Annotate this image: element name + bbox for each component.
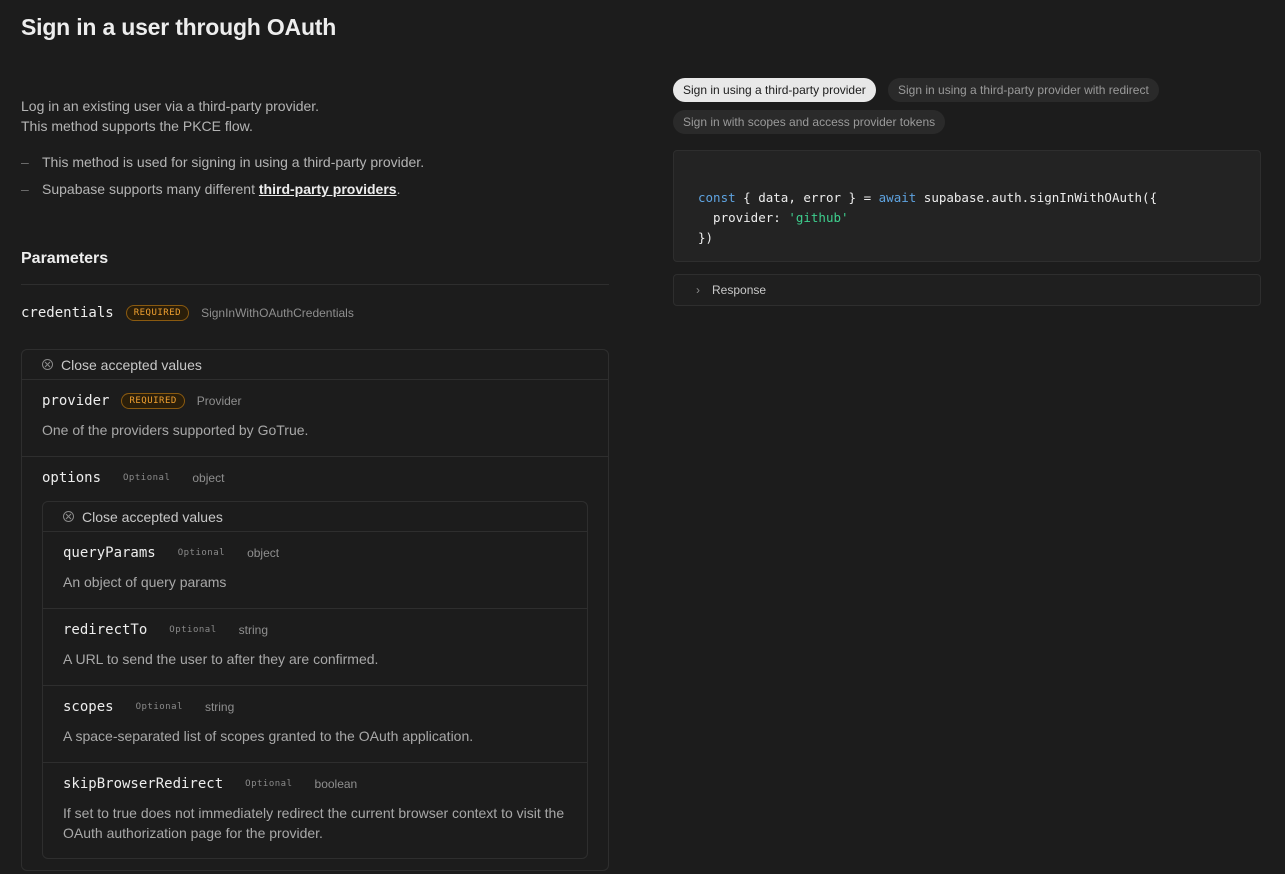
param-name: credentials — [21, 305, 114, 321]
code-string: 'github' — [788, 210, 849, 225]
param-redirectTo: redirectTo Optional string A URL to send… — [43, 608, 587, 685]
response-label: Response — [712, 283, 767, 297]
code-keyword: await — [878, 190, 917, 205]
optional-badge: Optional — [245, 779, 293, 789]
note-item: – This method is used for signing in usi… — [21, 152, 424, 179]
param-scopes: scopes Optional string A space-separated… — [43, 685, 587, 762]
param-name: scopes — [63, 699, 114, 715]
divider — [21, 284, 609, 285]
code-keyword: const — [698, 190, 736, 205]
response-toggle[interactable]: › Response — [673, 274, 1261, 306]
third-party-providers-link[interactable]: third-party providers — [259, 181, 397, 197]
close-accepted-values-button[interactable]: Close accepted values — [22, 350, 608, 380]
close-accepted-values-button[interactable]: Close accepted values — [43, 502, 587, 532]
param-description: A space-separated list of scopes granted… — [63, 728, 474, 744]
param-name: redirectTo — [63, 622, 148, 638]
page-title: Sign in a user through OAuth — [21, 14, 337, 40]
dash-icon: – — [21, 154, 29, 170]
optional-badge: Optional — [169, 625, 217, 635]
param-description: An object of query params — [63, 574, 227, 590]
notes-list: – This method is used for signing in usi… — [21, 152, 424, 206]
tab-third-party-provider-redirect[interactable]: Sign in using a third-party provider wit… — [888, 78, 1159, 102]
param-type: Provider — [196, 394, 242, 408]
param-type: boolean — [314, 777, 358, 791]
tab-scopes-provider-tokens[interactable]: Sign in with scopes and access provider … — [673, 110, 946, 134]
dash-icon: – — [21, 181, 29, 197]
code-text: supabase.auth.signInWithOAuth({ — [916, 190, 1158, 205]
note-item: – Supabase supports many different third… — [21, 179, 424, 206]
param-skipBrowserRedirect: skipBrowserRedirect Optional boolean If … — [43, 762, 587, 858]
param-credentials: credentials REQUIRED SignInWithOAuthCred… — [21, 305, 354, 321]
note-text-suffix: . — [396, 181, 401, 197]
intro: Log in an existing user via a third-part… — [21, 96, 319, 136]
parameters-heading: Parameters — [21, 250, 109, 267]
required-badge: REQUIRED — [121, 393, 185, 409]
param-type: object — [192, 471, 225, 485]
options-accepted-values: Close accepted values queryParams Option… — [42, 501, 588, 859]
close-label: Close accepted values — [82, 508, 223, 525]
credentials-accepted-values: Close accepted values provider REQUIRED … — [21, 349, 609, 871]
param-type: object — [247, 546, 280, 560]
note-text-prefix: Supabase supports many different — [42, 181, 259, 197]
note-text: This method is used for signing in using… — [42, 154, 425, 170]
param-type: string — [204, 700, 235, 714]
tab-third-party-provider[interactable]: Sign in using a third-party provider — [673, 78, 876, 102]
intro-line-2: This method supports the PKCE flow. — [21, 118, 253, 134]
optional-badge: Optional — [123, 473, 171, 483]
param-name: options — [42, 470, 102, 486]
code-text: { data, error } = — [735, 190, 879, 205]
optional-badge: Optional — [135, 702, 183, 712]
param-options: options Optional object Close accepted v… — [22, 456, 608, 870]
param-description: A URL to send the user to after they are… — [63, 651, 379, 667]
code-block: const { data, error } = await supabase.a… — [673, 150, 1261, 262]
param-name: skipBrowserRedirect — [63, 776, 224, 792]
intro-line-1: Log in an existing user via a third-part… — [21, 98, 320, 114]
param-provider: provider REQUIRED Provider One of the pr… — [22, 380, 608, 456]
param-type: string — [238, 623, 268, 637]
required-badge: REQUIRED — [125, 305, 190, 321]
param-description: One of the providers supported by GoTrue… — [42, 422, 309, 438]
close-label: Close accepted values — [61, 356, 202, 373]
param-name: queryParams — [63, 545, 156, 561]
param-description: If set to true does not immediately redi… — [63, 805, 565, 841]
param-queryParams: queryParams Optional object An object of… — [43, 532, 587, 609]
code-text: }) — [698, 230, 714, 245]
param-name: provider — [42, 393, 110, 409]
close-circle-icon — [63, 511, 74, 522]
code-text: provider: — [698, 210, 789, 225]
param-type: SignInWithOAuthCredentials — [201, 306, 354, 320]
close-circle-icon — [42, 359, 53, 370]
chevron-right-icon: › — [696, 283, 700, 297]
optional-badge: Optional — [177, 548, 226, 558]
